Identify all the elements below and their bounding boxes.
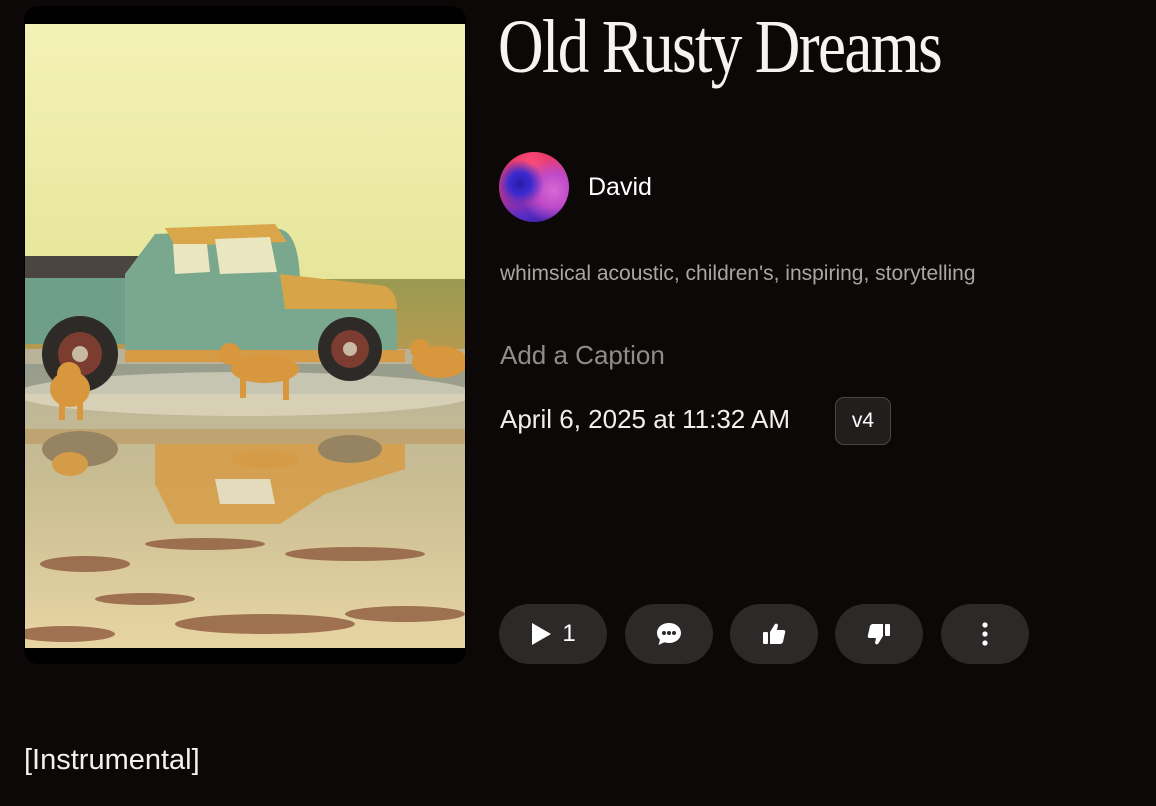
cover-art-image[interactable] <box>25 24 465 648</box>
dislike-button[interactable] <box>835 604 923 664</box>
comment-icon <box>655 621 683 647</box>
creator-link[interactable]: David <box>499 152 652 222</box>
play-count: 1 <box>562 620 576 647</box>
play-icon <box>530 622 552 646</box>
style-tags: whimsical acoustic, children's, inspirin… <box>500 262 976 285</box>
created-date: April 6, 2025 at 11:32 AM <box>500 404 791 434</box>
lyrics-text: [Instrumental] <box>24 744 200 776</box>
song-title: Old Rusty Dreams <box>498 5 943 89</box>
more-vertical-icon <box>981 621 989 647</box>
thumbs-up-icon <box>761 621 787 647</box>
thumbs-down-icon <box>866 621 892 647</box>
play-button[interactable]: 1 <box>499 604 607 664</box>
comment-button[interactable] <box>625 604 713 664</box>
like-button[interactable] <box>730 604 818 664</box>
creator-name[interactable]: David <box>588 173 652 202</box>
version-badge: v4 <box>835 397 891 445</box>
cover-art-illustration <box>25 24 465 648</box>
more-button[interactable] <box>941 604 1029 664</box>
cover-art-frame <box>24 6 466 664</box>
avatar[interactable] <box>499 152 569 222</box>
add-caption-field[interactable]: Add a Caption <box>500 340 665 371</box>
